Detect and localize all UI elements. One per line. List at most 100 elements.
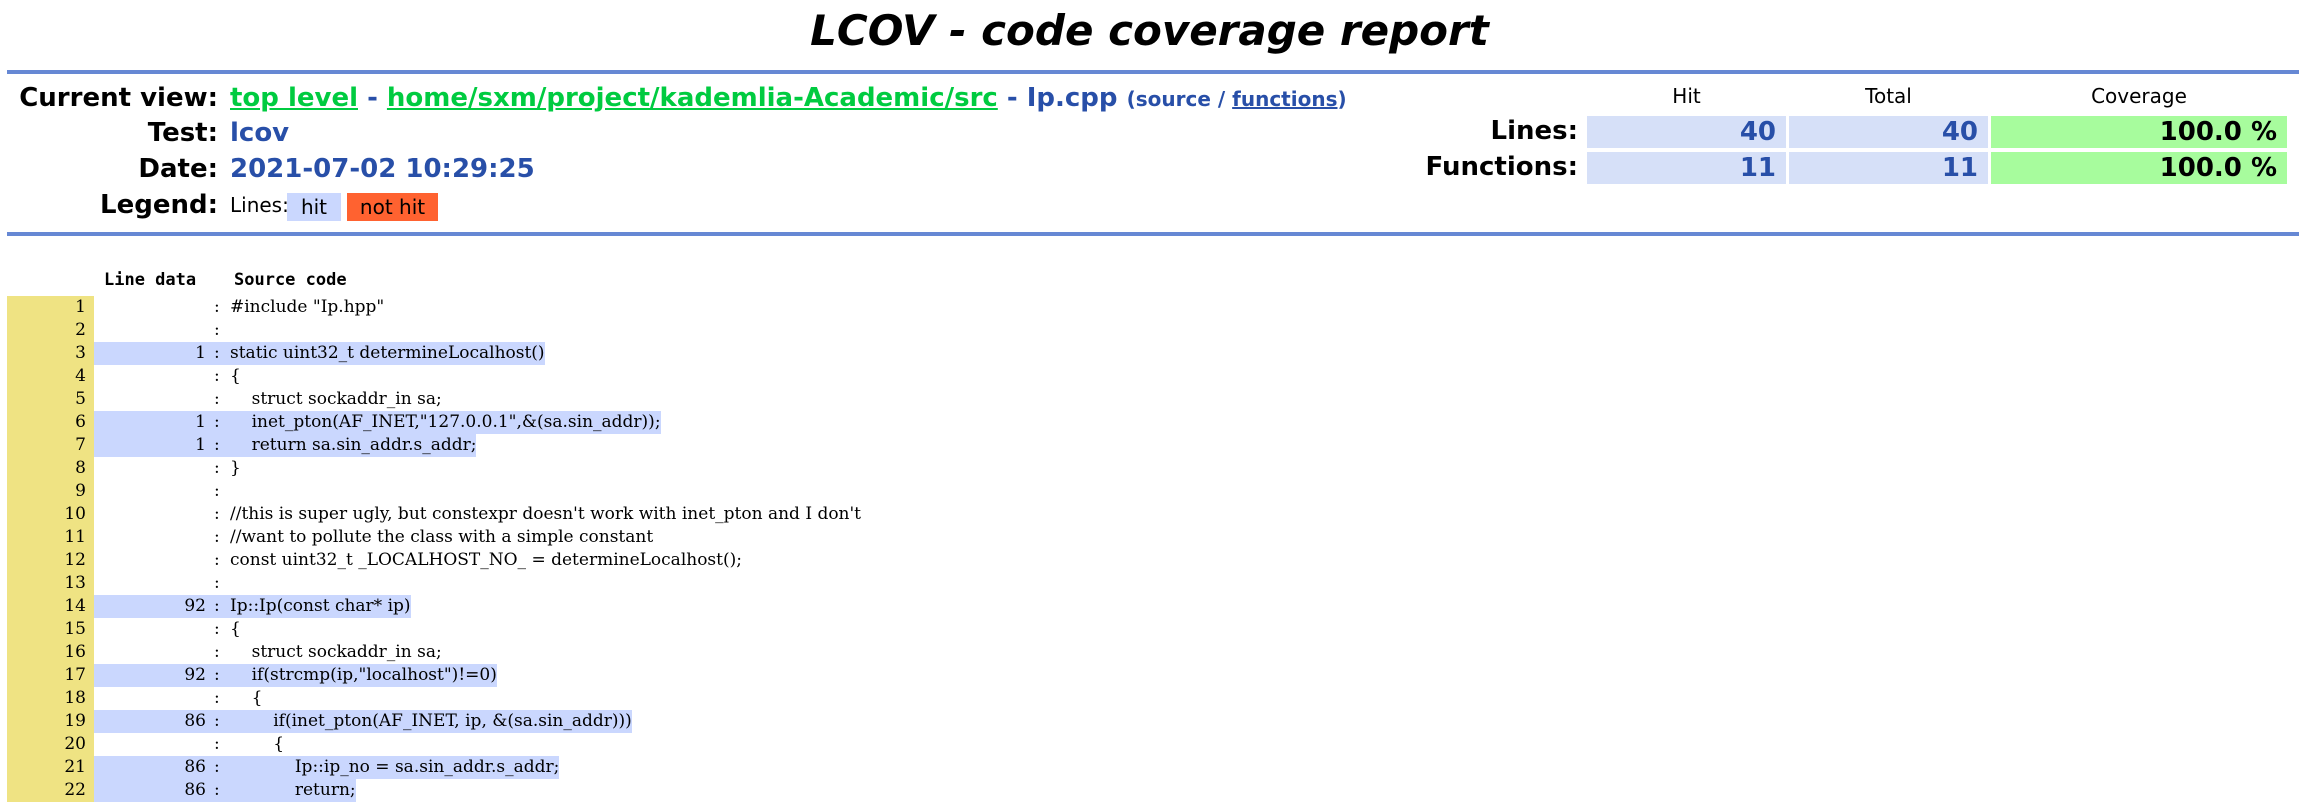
source-line: 18: {	[0, 687, 2299, 710]
line-hit-count	[94, 365, 210, 388]
line-number[interactable]: 5	[7, 388, 94, 411]
source-line: 5: struct sockaddr_in sa;	[0, 388, 2299, 411]
bottom-ruler	[7, 232, 2299, 236]
line-hit-count	[94, 480, 210, 503]
functions-link[interactable]: functions	[1232, 87, 1337, 111]
line-separator: :	[214, 412, 220, 432]
line-hit-count: 1	[94, 434, 210, 457]
source-line: 12: const uint32_t _LOCALHOST_NO_ = deter…	[0, 549, 2299, 572]
line-number[interactable]: 17	[7, 664, 94, 687]
source-line: 16: struct sockaddr_in sa;	[0, 641, 2299, 664]
source-line: 20: {	[0, 733, 2299, 756]
line-hit-count	[94, 687, 210, 710]
separator-bg	[210, 388, 230, 411]
line-separator: :	[214, 343, 220, 363]
separator-bg	[210, 319, 230, 342]
source-line: 8:}	[0, 457, 2299, 480]
line-separator: :	[214, 688, 220, 708]
line-separator: :	[214, 320, 220, 340]
line-hit-count: 86	[94, 779, 210, 802]
line-separator: :	[214, 435, 220, 455]
line-number[interactable]: 21	[7, 756, 94, 779]
line-number[interactable]: 13	[7, 572, 94, 595]
source-line: 15: {	[0, 618, 2299, 641]
line-separator: :	[214, 504, 220, 524]
line-number[interactable]: 6	[7, 411, 94, 434]
line-number[interactable]: 15	[7, 618, 94, 641]
line-separator: :	[214, 366, 220, 386]
separator-bg	[210, 687, 230, 710]
line-code: {	[230, 619, 241, 639]
legend-hit: hit	[287, 193, 341, 221]
line-separator: :	[214, 757, 220, 777]
close-paren: )	[1337, 87, 1347, 111]
line-number[interactable]: 22	[7, 779, 94, 802]
summary-col-total: Total	[1865, 84, 1912, 108]
top-level-link[interactable]: top level	[230, 83, 358, 113]
line-separator: :	[214, 780, 220, 800]
view-options: (source / functions)	[1127, 87, 1347, 111]
summary-lines-label: Lines:	[1490, 116, 1579, 146]
line-code: Ip::Ip(const char* ip)	[230, 595, 411, 618]
line-number[interactable]: 16	[7, 641, 94, 664]
line-number[interactable]: 18	[7, 687, 94, 710]
separator-bg	[210, 710, 230, 733]
source-label: (source /	[1126, 87, 1226, 111]
source-line: 71: return sa.sin_addr.s_addr;	[0, 434, 2299, 457]
line-hit-count	[94, 319, 210, 342]
line-code: struct sockaddr_in sa;	[230, 642, 442, 662]
line-hit-count: 92	[94, 595, 210, 618]
source-line: 61: inet_pton(AF_INET,"127.0.0.1",&(sa.s…	[0, 411, 2299, 434]
separator-bg	[210, 572, 230, 595]
line-number[interactable]: 7	[7, 434, 94, 457]
line-number[interactable]: 8	[7, 457, 94, 480]
source-line: 3 1: static uint32_t determineLocalhost()	[0, 342, 2299, 365]
line-code: return sa.sin_addr.s_addr;	[230, 434, 477, 457]
breadcrumb: top level - home/sxm/project/kademlia-Ac…	[230, 83, 1347, 113]
line-hit-count	[94, 388, 210, 411]
line-number[interactable]: 3	[7, 342, 94, 365]
line-hit-count	[94, 641, 210, 664]
separator-bg	[210, 457, 230, 480]
line-code: {	[230, 688, 263, 708]
line-code: if(strcmp(ip,"localhost")!=0)	[230, 664, 497, 687]
current-view-label: Current view:	[19, 83, 218, 113]
separator-bg	[210, 756, 230, 779]
source-line: 4: {	[0, 365, 2299, 388]
source-line: 9:	[0, 480, 2299, 503]
line-number[interactable]: 2	[7, 319, 94, 342]
separator-bg	[210, 526, 230, 549]
test-label: Test:	[147, 118, 218, 148]
path-link[interactable]: home/sxm/project/kademlia-Academic/src	[387, 83, 998, 113]
source-code-header: Source code	[234, 270, 347, 290]
legend-label: Legend:	[100, 190, 218, 220]
source-line: 1: #include "Ip.hpp"	[0, 296, 2299, 319]
separator-bg	[210, 779, 230, 802]
line-separator: :	[214, 642, 220, 662]
source-line: 14 92: Ip::Ip(const char* ip)	[0, 595, 2299, 618]
line-number[interactable]: 10	[7, 503, 94, 526]
line-number[interactable]: 4	[7, 365, 94, 388]
line-separator: :	[214, 665, 220, 685]
line-separator: :	[214, 734, 220, 754]
line-number[interactable]: 14	[7, 595, 94, 618]
separator-bg	[210, 549, 230, 572]
line-number[interactable]: 11	[7, 526, 94, 549]
line-hit-count	[94, 549, 210, 572]
line-number[interactable]: 20	[7, 733, 94, 756]
line-number[interactable]: 9	[7, 480, 94, 503]
line-number[interactable]: 12	[7, 549, 94, 572]
separator-bg	[210, 365, 230, 388]
separator-bg	[210, 434, 230, 457]
line-code: {	[230, 366, 241, 386]
summary-lines-coverage: 100.0 %	[1991, 116, 2287, 148]
line-separator: :	[214, 711, 220, 731]
summary-functions-label: Functions:	[1425, 152, 1578, 182]
line-separator: :	[214, 527, 220, 547]
date-label: Date:	[138, 154, 218, 184]
line-hit-count	[94, 618, 210, 641]
line-number[interactable]: 1	[7, 296, 94, 319]
source-line: 13:	[0, 572, 2299, 595]
summary-functions-hit: 11	[1587, 152, 1786, 184]
line-number[interactable]: 19	[7, 710, 94, 733]
